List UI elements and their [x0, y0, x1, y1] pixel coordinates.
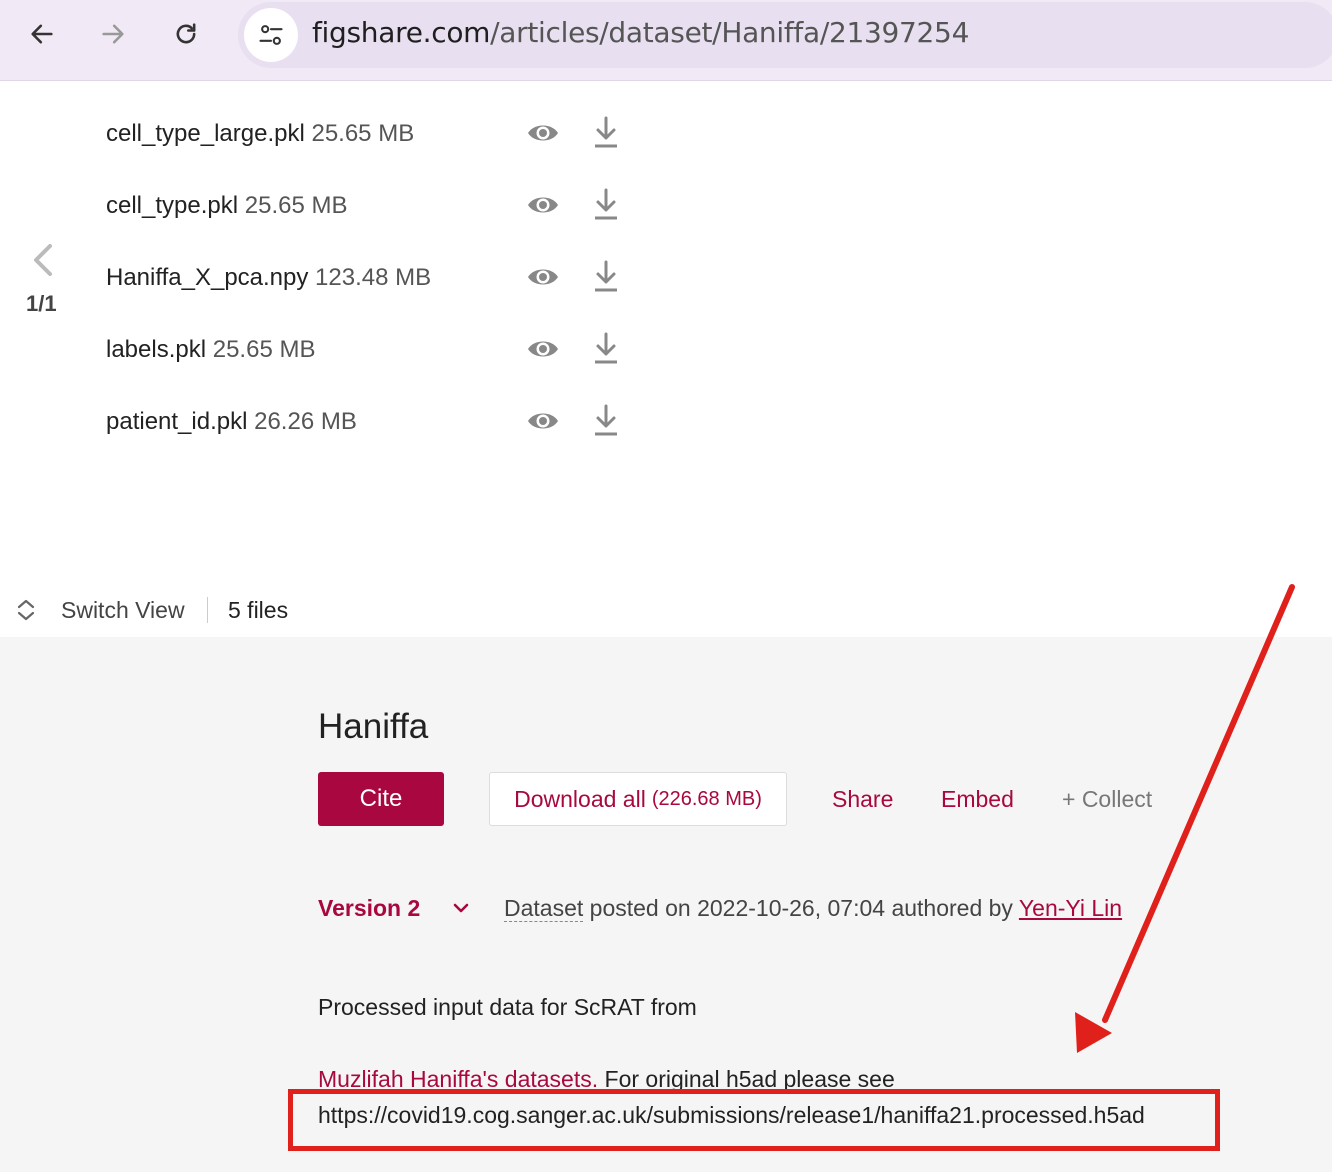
switch-view-button[interactable]: Switch View	[61, 597, 185, 624]
file-row: Haniffa_X_pca.npy 123.48 MB	[106, 258, 646, 298]
switch-view-bar: Switch View 5 files	[0, 585, 400, 635]
file-row: patient_id.pkl 26.26 MB	[106, 402, 646, 442]
download-icon[interactable]	[592, 330, 620, 366]
download-icon[interactable]	[592, 186, 620, 222]
eye-icon[interactable]	[526, 118, 560, 148]
switch-view-icon[interactable]	[14, 597, 38, 623]
file-name[interactable]: cell_type.pkl 25.65 MB	[106, 192, 347, 220]
annotation-highlight-box	[288, 1089, 1220, 1151]
download-icon[interactable]	[592, 402, 620, 438]
download-icon[interactable]	[592, 114, 620, 150]
site-settings-icon[interactable]	[244, 8, 298, 62]
description-line: Processed input data for ScRAT from	[318, 994, 697, 1020]
collect-button[interactable]: + Collect	[1062, 786, 1152, 813]
file-size: 25.65 MB	[212, 336, 316, 363]
file-row: cell_type_large.pkl 25.65 MB	[106, 114, 646, 154]
file-size: 25.65 MB	[311, 120, 415, 147]
eye-icon[interactable]	[526, 334, 560, 364]
divider	[207, 597, 208, 623]
file-size: 25.65 MB	[244, 192, 348, 219]
eye-icon[interactable]	[526, 406, 560, 436]
version-selector[interactable]: Version 2	[318, 895, 420, 922]
post-meta: Dataset posted on 2022-10-26, 07:04 auth…	[504, 895, 1122, 922]
posted-text: posted on 2022-10-26, 07:04 authored by	[583, 895, 1019, 921]
download-icon[interactable]	[592, 258, 620, 294]
url-text[interactable]: figshare.com/articles/dataset/Haniffa/21…	[312, 16, 969, 49]
download-all-button[interactable]: Download all (226.68 MB)	[489, 772, 787, 826]
url-path: /articles/dataset/Haniffa/21397254	[490, 16, 970, 49]
item-type[interactable]: Dataset	[504, 895, 584, 922]
chevron-left-icon[interactable]	[28, 242, 58, 278]
files-count: 5 files	[228, 597, 289, 623]
file-name[interactable]: patient_id.pkl 26.26 MB	[106, 408, 357, 436]
embed-button[interactable]: Embed	[941, 786, 1014, 813]
address-bar[interactable]: figshare.com/articles/dataset/Haniffa/21…	[238, 2, 1332, 68]
browser-toolbar: figshare.com/articles/dataset/Haniffa/21…	[0, 0, 1332, 81]
page-title: Haniffa	[318, 707, 429, 746]
download-all-size: (226.68 MB)	[651, 787, 762, 810]
cite-button[interactable]: Cite	[318, 772, 444, 826]
url-host: figshare.com	[312, 16, 491, 49]
chevron-down-icon[interactable]	[450, 897, 472, 919]
file-name[interactable]: Haniffa_X_pca.npy 123.48 MB	[106, 264, 431, 292]
page-counter: 1/1	[26, 291, 57, 316]
download-all-label: Download all	[514, 785, 646, 812]
share-button[interactable]: Share	[832, 786, 893, 813]
reload-icon[interactable]	[164, 12, 208, 56]
author-link[interactable]: Yen-Yi Lin	[1019, 895, 1122, 921]
forward-arrow-icon[interactable]	[91, 12, 135, 56]
file-name[interactable]: labels.pkl 25.65 MB	[106, 336, 315, 364]
file-size: 123.48 MB	[315, 264, 432, 291]
file-row: labels.pkl 25.65 MB	[106, 330, 646, 370]
file-size: 26.26 MB	[254, 408, 357, 435]
back-arrow-icon[interactable]	[20, 12, 64, 56]
eye-icon[interactable]	[526, 190, 560, 220]
eye-icon[interactable]	[526, 262, 560, 292]
file-row: cell_type.pkl 25.65 MB	[106, 186, 646, 226]
file-name[interactable]: cell_type_large.pkl 25.65 MB	[106, 120, 414, 148]
